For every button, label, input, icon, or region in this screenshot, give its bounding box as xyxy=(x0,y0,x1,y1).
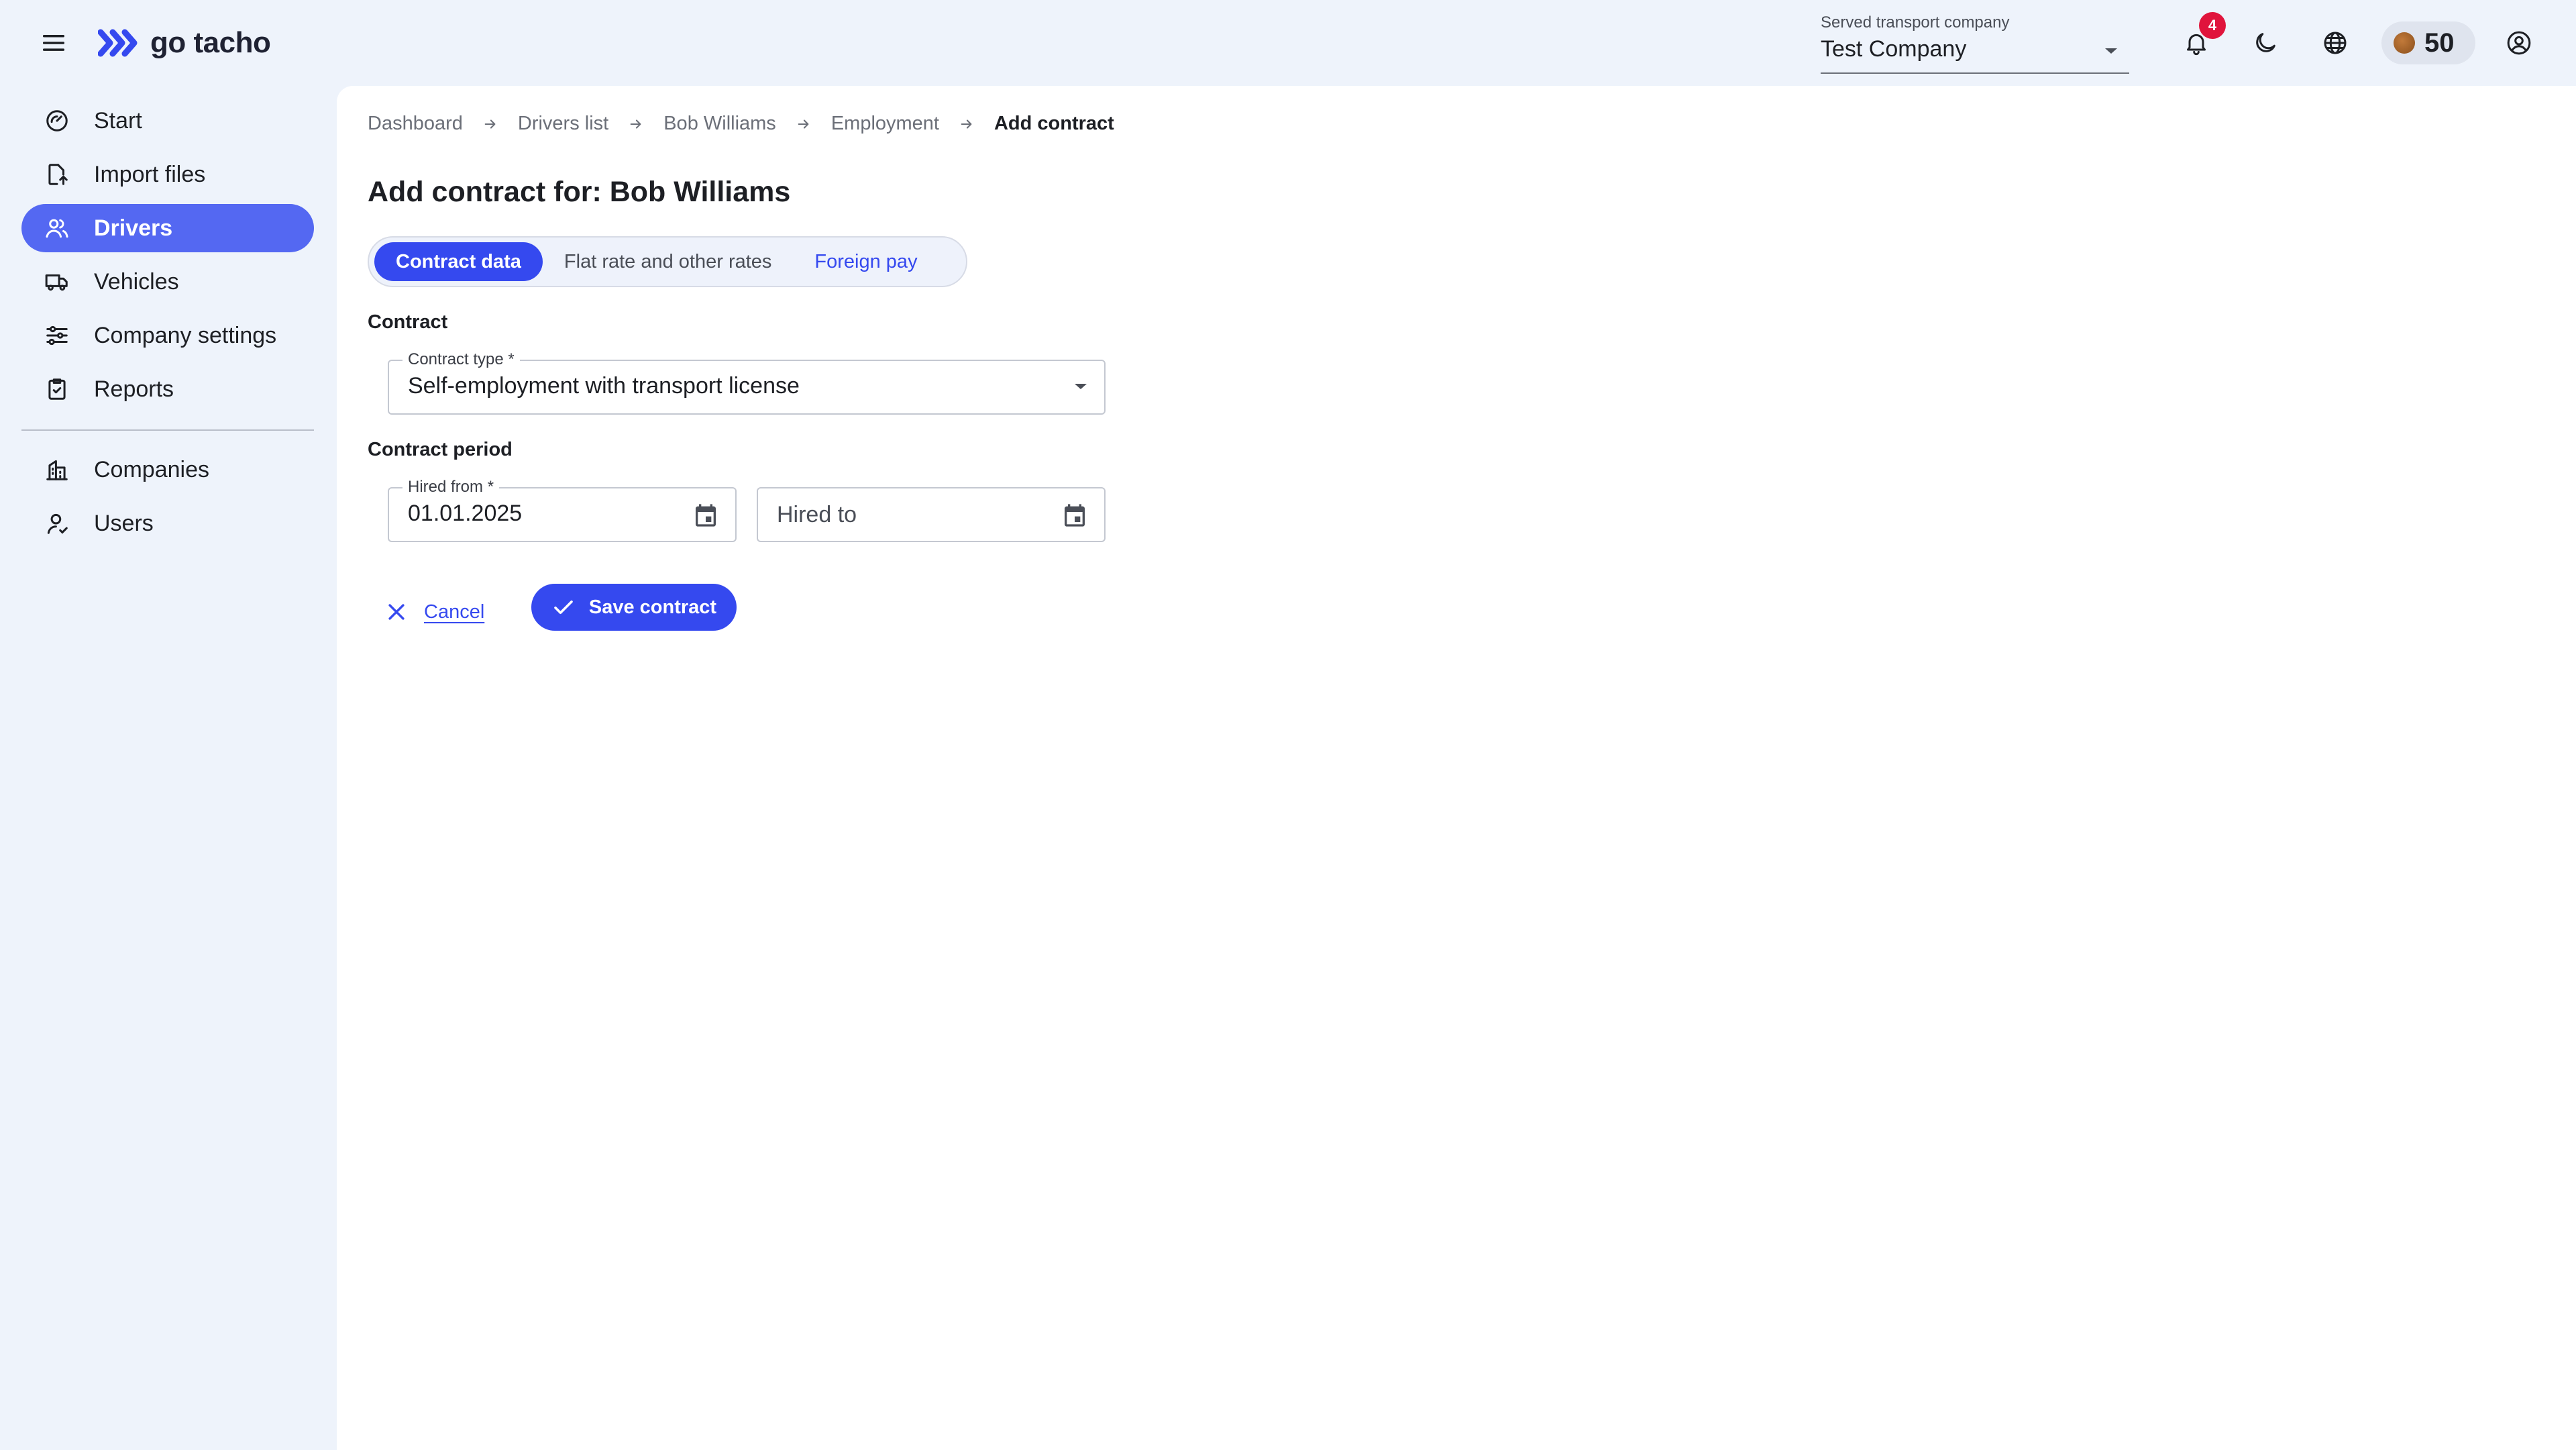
sidebar-item-companies[interactable]: Companies xyxy=(21,446,314,494)
tab-contract-data[interactable]: Contract data xyxy=(374,242,543,281)
sidebar-item-reports[interactable]: Reports xyxy=(21,365,314,413)
coin-icon xyxy=(2394,32,2415,54)
sidebar-item-label: Companies xyxy=(94,456,209,482)
coin-balance[interactable]: 50 xyxy=(2381,21,2475,64)
tab-flat-rate[interactable]: Flat rate and other rates xyxy=(543,242,794,281)
page-title: Add contract for: Bob Williams xyxy=(368,176,791,208)
sidebar-item-users[interactable]: Users xyxy=(21,499,314,548)
arrow-right-icon xyxy=(796,117,811,132)
top-bar: go tacho Served transport company Test C… xyxy=(0,0,2576,86)
coin-balance-value: 50 xyxy=(2424,28,2455,58)
breadcrumb-drivers-list[interactable]: Drivers list xyxy=(518,113,608,135)
calendar-icon[interactable] xyxy=(1059,499,1091,531)
moon-icon[interactable] xyxy=(2247,24,2284,62)
hired-from-field[interactable]: Hired from * 01.01.2025 xyxy=(388,478,737,542)
sidebar-item-label: Reports xyxy=(94,376,174,402)
logo-text: go tacho xyxy=(150,26,271,59)
tab-bar: Contract data Flat rate and other rates … xyxy=(368,236,967,287)
notification-badge: 4 xyxy=(2199,12,2226,39)
period-section-title: Contract period xyxy=(368,439,513,460)
sidebar-item-label: Company settings xyxy=(94,322,277,348)
arrow-right-icon xyxy=(959,117,974,132)
cancel-label: Cancel xyxy=(424,601,485,623)
clipboard-check-icon xyxy=(48,378,66,400)
sidebar: Start Import files Drivers Vehicles Comp… xyxy=(0,86,335,1450)
building-icon xyxy=(46,460,68,480)
breadcrumb-employment[interactable]: Employment xyxy=(831,113,939,135)
save-contract-button[interactable]: Save contract xyxy=(531,584,737,631)
sidebar-item-start[interactable]: Start xyxy=(21,97,314,145)
breadcrumb: Dashboard Drivers list Bob Williams Empl… xyxy=(368,113,1114,135)
hired-to-field[interactable]: Hired to xyxy=(757,487,1106,542)
sliders-icon xyxy=(46,325,68,346)
account-circle-icon[interactable] xyxy=(2500,24,2538,62)
arrow-right-icon xyxy=(483,117,498,132)
sidebar-item-company-settings[interactable]: Company settings xyxy=(21,311,314,360)
user-icon xyxy=(47,513,68,534)
breadcrumb-dashboard[interactable]: Dashboard xyxy=(368,113,463,135)
close-icon xyxy=(388,604,405,620)
arrow-right-icon xyxy=(629,117,643,132)
tab-foreign-pay[interactable]: Foreign pay xyxy=(793,242,938,281)
hired-from-value: 01.01.2025 xyxy=(408,501,523,526)
import-file-icon xyxy=(48,164,68,185)
sidebar-item-label: Vehicles xyxy=(94,268,179,295)
sidebar-item-label: Users xyxy=(94,510,154,536)
sidebar-item-label: Import files xyxy=(94,161,206,187)
company-select-value: Test Company xyxy=(1821,36,1967,62)
check-icon xyxy=(554,600,573,615)
sidebar-item-drivers[interactable]: Drivers xyxy=(21,204,314,252)
company-select-label: Served transport company xyxy=(1821,13,2010,32)
people-icon xyxy=(46,219,68,238)
cancel-button[interactable]: Cancel xyxy=(385,593,484,631)
sidebar-item-label: Drivers xyxy=(94,215,173,241)
speedometer-icon xyxy=(46,110,68,132)
sidebar-item-vehicles[interactable]: Vehicles xyxy=(21,258,314,306)
truck-icon xyxy=(45,274,68,291)
sidebar-item-import-files[interactable]: Import files xyxy=(21,150,314,199)
contract-type-label: Contract type * xyxy=(402,350,520,369)
app-logo[interactable]: go tacho xyxy=(98,21,271,64)
save-label: Save contract xyxy=(588,596,717,618)
sidebar-divider xyxy=(21,429,314,431)
breadcrumb-driver[interactable]: Bob Williams xyxy=(663,113,776,135)
chevron-down-icon xyxy=(1075,384,1087,389)
contract-type-select[interactable]: Contract type * Self-employment with tra… xyxy=(388,350,1106,415)
hamburger-menu-icon[interactable] xyxy=(38,27,70,59)
company-select[interactable]: Served transport company Test Company xyxy=(1821,12,2129,74)
globe-icon[interactable] xyxy=(2316,24,2354,62)
contract-section-title: Contract xyxy=(368,311,448,333)
contract-type-value: Self-employment with transport license xyxy=(408,373,800,399)
hired-from-label: Hired from * xyxy=(402,478,500,497)
calendar-icon[interactable] xyxy=(690,499,722,531)
sidebar-item-label: Start xyxy=(94,107,142,134)
breadcrumb-current: Add contract xyxy=(994,113,1114,134)
hired-to-placeholder: Hired to xyxy=(777,502,857,527)
chevron-down-icon xyxy=(2105,48,2117,54)
logo-chevrons-icon xyxy=(98,29,138,57)
main-content: Dashboard Drivers list Bob Williams Empl… xyxy=(337,86,2576,1450)
